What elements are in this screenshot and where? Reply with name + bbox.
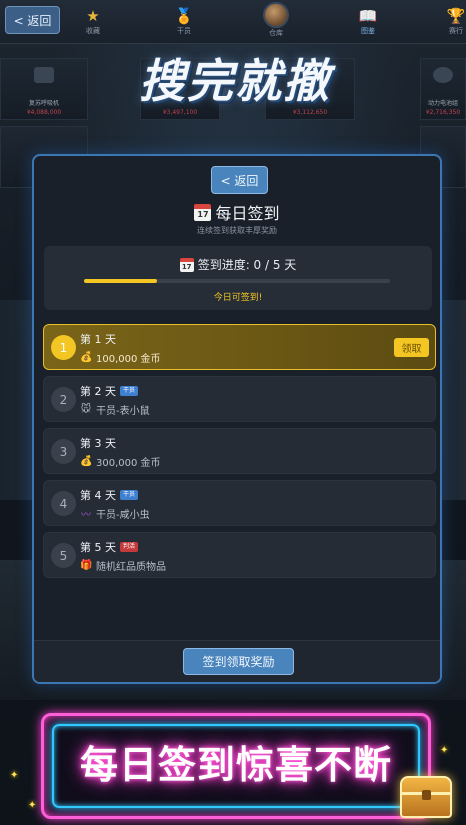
signin-claim-button[interactable]: 签到领取奖励 — [183, 648, 294, 675]
modal-footer: 签到领取奖励 — [34, 640, 440, 682]
day-row-5[interactable]: 5 第 5 天 判活 🎁 随机红品质物品 — [43, 532, 436, 578]
chest-lock — [422, 790, 431, 800]
sparkle-icon: ✦ — [28, 800, 37, 811]
nav-item-storage[interactable]: 仓库 — [256, 2, 296, 38]
progress-bar — [84, 279, 390, 283]
day-title: 第 5 天 判活 — [80, 539, 139, 555]
day-row-2[interactable]: 2 第 2 天 干员 🐭 干员-表小鼠 — [43, 376, 436, 422]
day-title-text: 第 2 天 — [80, 385, 116, 398]
book-icon: 📖 — [358, 7, 378, 25]
top-back-button[interactable]: < 返回 — [5, 6, 60, 34]
day-reward: 〰 干员-咸小虫 — [80, 506, 150, 521]
day-title: 第 1 天 — [80, 331, 116, 347]
money-bag-icon: 💰 — [80, 352, 93, 363]
item-tile[interactable]: 动力电池组 ¥2,716,350 — [420, 58, 466, 120]
modal-subtitle: 连续签到获取丰厚奖励 — [197, 226, 277, 235]
day-row-3[interactable]: 3 第 3 天 💰 300,000 金币 — [43, 428, 436, 474]
sparkle-icon: ✦ — [440, 745, 449, 756]
storage-box-icon — [263, 2, 289, 28]
item-tile[interactable]: 复苏呼吸机 ¥4,088,000 — [0, 58, 88, 120]
item-icon — [433, 67, 453, 83]
nav-item-ranking[interactable]: 🏆 赛行 — [436, 6, 466, 36]
reward-text: 干员-表小鼠 — [96, 406, 150, 417]
day-row-4[interactable]: 4 第 4 天 干员 〰 干员-咸小虫 — [43, 480, 436, 526]
day-reward: 🐭 干员-表小鼠 — [80, 402, 150, 417]
medal-icon: 🏅 — [174, 7, 194, 25]
operator-tag: 干员 — [120, 386, 139, 396]
nav-label: 收藏 — [86, 27, 100, 35]
day-number-badge: 5 — [51, 543, 76, 568]
promo-banner: 每日签到惊喜不断 — [41, 713, 431, 819]
item-icon — [34, 67, 54, 83]
reward-text: 100,000 金币 — [96, 354, 161, 365]
nav-label: 图鉴 — [361, 27, 375, 35]
progress-label-text: 签到进度: 0 / 5 天 — [197, 258, 297, 272]
nav-label: 赛行 — [449, 27, 463, 35]
today-available-text: 今日可签到! — [213, 293, 263, 303]
nav-item-favorites[interactable]: ★ 收藏 — [73, 6, 113, 36]
day-row-1[interactable]: 1 第 1 天 💰 100,000 金币 领取 — [43, 324, 436, 370]
day-title: 第 2 天 干员 — [80, 383, 139, 399]
game-title-logo: 搜完就撤 — [139, 54, 331, 108]
day-title-text: 第 4 天 — [80, 489, 116, 502]
nav-item-operators[interactable]: 🏅 干员 — [164, 6, 204, 36]
nav-label: 干员 — [177, 27, 191, 35]
item-price: ¥4,088,000 — [26, 109, 62, 116]
event-tag: 判活 — [120, 542, 139, 552]
reward-text: 干员-咸小虫 — [96, 510, 150, 521]
modal-back-button[interactable]: < 返回 — [211, 166, 268, 194]
mouse-icon: 🐭 — [80, 404, 92, 415]
item-name: 动力电池组 — [427, 100, 458, 107]
nav-item-codex[interactable]: 📖 图鉴 — [348, 6, 388, 36]
day-reward: 💰 100,000 金币 — [80, 350, 161, 365]
banner-text: 每日签到惊喜不断 — [79, 743, 392, 787]
day-title-text: 第 5 天 — [80, 541, 116, 554]
calendar-icon: 17 — [179, 257, 194, 272]
item-name: 复苏呼吸机 — [28, 100, 59, 107]
day-number-badge: 1 — [51, 335, 76, 360]
top-navigation: < 返回 ★ 收藏 🏅 干员 仓库 📖 图鉴 🏆 赛行 — [0, 0, 466, 44]
modal-title-text: 每日签到 — [215, 204, 280, 223]
item-price: ¥2,716,350 — [425, 109, 461, 116]
daily-signin-modal: < 返回 17 每日签到 连续签到获取丰厚奖励 17 签到进度: 0 / 5 天… — [32, 154, 442, 684]
progress-bar-fill — [84, 279, 158, 283]
day-number-badge: 3 — [51, 439, 76, 464]
money-bag-icon: 💰 — [80, 456, 93, 467]
progress-label: 17 签到进度: 0 / 5 天 — [44, 256, 432, 273]
day-number-badge: 2 — [51, 387, 76, 412]
calendar-icon: 17 — [194, 203, 212, 221]
operator-tag: 干员 — [120, 490, 139, 500]
day-title: 第 4 天 干员 — [80, 487, 139, 503]
day-reward: 🎁 随机红品质物品 — [80, 558, 166, 573]
worm-icon: 〰 — [81, 510, 91, 521]
nav-label: 仓库 — [269, 29, 283, 37]
modal-title: 17 每日签到 — [34, 200, 440, 224]
treasure-chest-icon — [400, 776, 452, 818]
sparkle-icon: ✦ — [10, 770, 19, 781]
trophy-icon: 🏆 — [446, 7, 466, 25]
day-title-text: 第 1 天 — [80, 333, 116, 346]
reward-text: 随机红品质物品 — [96, 562, 166, 573]
gift-icon: 🎁 — [80, 560, 93, 571]
day-title: 第 3 天 — [80, 435, 116, 451]
day-reward: 💰 300,000 金币 — [80, 454, 161, 469]
day-title-text: 第 3 天 — [80, 437, 116, 450]
reward-text: 300,000 金币 — [96, 458, 161, 469]
signin-progress-card: 17 签到进度: 0 / 5 天 今日可签到! — [44, 246, 432, 310]
claim-button[interactable]: 领取 — [394, 338, 429, 357]
day-number-badge: 4 — [51, 491, 76, 516]
star-icon: ★ — [86, 7, 100, 25]
